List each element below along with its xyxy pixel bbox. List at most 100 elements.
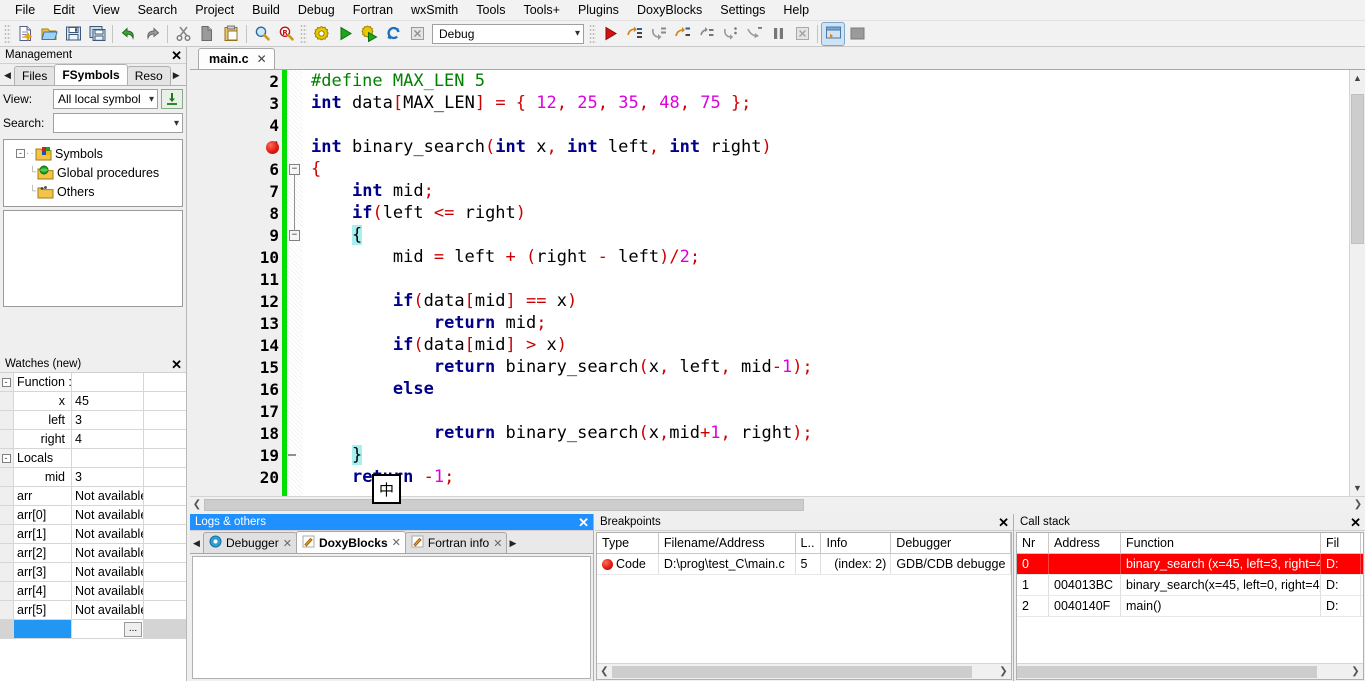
line-number[interactable]: 15 bbox=[190, 356, 282, 378]
step-into-instruction-icon[interactable] bbox=[719, 23, 741, 45]
watch-row[interactable]: arr[5] Not available bbox=[0, 601, 186, 620]
close-icon[interactable]: ✕ bbox=[578, 516, 589, 529]
scroll-down-icon[interactable]: ▼ bbox=[1351, 480, 1365, 495]
tab-scroll-right-icon[interactable]: ▶ bbox=[506, 533, 519, 553]
callstack-horizontal-scrollbar[interactable]: ❯ bbox=[1017, 663, 1363, 679]
tree-item-others[interactable]: └ Others bbox=[6, 182, 180, 201]
tab-scroll-left-icon[interactable]: ◀ bbox=[190, 533, 203, 553]
breakpoints-hscroll-thumb[interactable] bbox=[612, 665, 972, 678]
breakpoints-grid[interactable]: Type Filename/Address L.. Info Debugger … bbox=[597, 533, 1011, 663]
watch-add-button[interactable]: ... bbox=[124, 621, 142, 637]
line-number[interactable]: 20 bbox=[190, 466, 282, 488]
line-number[interactable]: 12 bbox=[190, 290, 282, 312]
tab-resources[interactable]: Reso bbox=[126, 66, 171, 85]
callstack-row[interactable]: 2 0040140F main() D: bbox=[1017, 596, 1363, 617]
editor-vertical-scrollbar[interactable]: ▲ ▼ bbox=[1349, 70, 1365, 496]
scroll-left-icon[interactable]: ❮ bbox=[597, 666, 612, 677]
open-file-icon[interactable] bbox=[38, 23, 60, 45]
tree-expander-icon[interactable]: - bbox=[16, 149, 25, 158]
log-tab-fortran-info[interactable]: Fortran info ✕ bbox=[404, 532, 508, 553]
code-line[interactable]: mid = left + (right - left)/2; bbox=[311, 246, 1349, 268]
menu-item-doxyblocks[interactable]: DoxyBlocks bbox=[628, 1, 711, 19]
editor-tab-main-c[interactable]: main.c ✕ bbox=[198, 48, 275, 69]
fold-toggle-icon[interactable]: − bbox=[289, 164, 300, 175]
watch-row[interactable]: arr[2] Not available bbox=[0, 544, 186, 563]
line-number[interactable]: 4 bbox=[190, 114, 282, 136]
menu-item-build[interactable]: Build bbox=[243, 1, 289, 19]
menu-item-wxsmith[interactable]: wxSmith bbox=[402, 1, 467, 19]
col-header-type[interactable]: Type bbox=[597, 533, 659, 553]
menu-item-view[interactable]: View bbox=[84, 1, 129, 19]
breakpoints-row[interactable]: Code D:\prog\test_C\main.c 5 (index: 2) … bbox=[597, 554, 1011, 575]
tab-fsymbols[interactable]: FSymbols bbox=[54, 64, 128, 85]
code-line[interactable]: if(left <= right) bbox=[311, 202, 1349, 224]
watch-row[interactable]: x 45 bbox=[0, 392, 186, 411]
watch-row[interactable]: right 4 bbox=[0, 430, 186, 449]
scroll-right-icon[interactable]: ❯ bbox=[1348, 666, 1363, 677]
next-instruction-icon[interactable] bbox=[695, 23, 717, 45]
tab-files[interactable]: Files bbox=[14, 66, 56, 85]
code-line[interactable]: return binary_search(x,mid+1, right); bbox=[311, 422, 1349, 444]
new-file-icon[interactable] bbox=[14, 23, 36, 45]
search-combo[interactable]: ▾ bbox=[53, 113, 183, 133]
menu-item-plugins[interactable]: Plugins bbox=[569, 1, 628, 19]
symbols-tree[interactable]: - ·· Symbols └ Global procedures └ Other… bbox=[3, 139, 183, 207]
log-tab-doxyblocks[interactable]: DoxyBlocks ✕ bbox=[295, 531, 406, 553]
editor-horizontal-scrollbar[interactable]: ❮ ❯ bbox=[190, 496, 1365, 512]
close-icon[interactable]: ✕ bbox=[392, 536, 401, 549]
watch-row[interactable]: arr[3] Not available bbox=[0, 563, 186, 582]
logs-content-area[interactable] bbox=[192, 556, 591, 679]
col-header-filename[interactable]: Filename/Address bbox=[659, 533, 796, 553]
line-number[interactable]: 10 bbox=[190, 246, 282, 268]
cut-icon[interactable] bbox=[172, 23, 194, 45]
replace-icon[interactable]: R bbox=[275, 23, 297, 45]
breakpoint-dot-icon[interactable] bbox=[266, 141, 279, 154]
line-number[interactable]: 11 bbox=[190, 268, 282, 290]
rebuild-icon[interactable] bbox=[382, 23, 404, 45]
break-debugger-icon[interactable] bbox=[767, 23, 789, 45]
tab-scroll-left-icon[interactable]: ◀ bbox=[1, 65, 14, 85]
code-line[interactable]: if(data[mid] == x) bbox=[311, 290, 1349, 312]
callstack-row[interactable]: 0 binary_search (x=45, left=3, right=4) … bbox=[1017, 554, 1363, 575]
redo-icon[interactable] bbox=[141, 23, 163, 45]
copy-icon[interactable] bbox=[196, 23, 218, 45]
editor-fold-margin[interactable]: − − bbox=[287, 70, 303, 496]
step-into-icon[interactable] bbox=[647, 23, 669, 45]
line-number[interactable]: 14 bbox=[190, 334, 282, 356]
watch-expander-icon[interactable]: - bbox=[0, 373, 14, 392]
line-number[interactable]: 13 bbox=[190, 312, 282, 334]
close-icon[interactable]: ✕ bbox=[1350, 516, 1361, 529]
menu-item-fortran[interactable]: Fortran bbox=[344, 1, 402, 19]
menu-item-settings[interactable]: Settings bbox=[711, 1, 774, 19]
watch-row[interactable]: arr[0] Not available bbox=[0, 506, 186, 525]
find-icon[interactable] bbox=[251, 23, 273, 45]
tab-scroll-right-icon[interactable]: ▶ bbox=[170, 65, 183, 85]
menu-item-project[interactable]: Project bbox=[186, 1, 243, 19]
col-header-info[interactable]: Info bbox=[821, 533, 892, 553]
code-line[interactable]: int mid; bbox=[311, 180, 1349, 202]
code-line[interactable]: { bbox=[311, 224, 1349, 246]
close-icon[interactable]: ✕ bbox=[493, 537, 502, 550]
code-line[interactable] bbox=[311, 400, 1349, 422]
scroll-left-icon[interactable]: ❮ bbox=[190, 499, 204, 510]
build-target-combo[interactable]: Debug ▾ bbox=[432, 23, 584, 44]
toolbar-grip-debug[interactable] bbox=[589, 23, 596, 44]
log-tab-debugger[interactable]: Debugger ✕ bbox=[203, 532, 297, 553]
callstack-hscroll-thumb[interactable] bbox=[1017, 665, 1317, 678]
editor-vscroll-thumb[interactable] bbox=[1351, 94, 1364, 244]
menu-item-help[interactable]: Help bbox=[774, 1, 818, 19]
code-line[interactable]: if(data[mid] > x) bbox=[311, 334, 1349, 356]
view-combo[interactable]: All local symbol ▾ bbox=[53, 89, 158, 109]
callstack-row[interactable]: 1 004013BC binary_search(x=45, left=0, r… bbox=[1017, 575, 1363, 596]
line-number[interactable]: 3 bbox=[190, 92, 282, 114]
line-number[interactable]: 9 bbox=[190, 224, 282, 246]
abort-icon[interactable] bbox=[406, 23, 428, 45]
line-number[interactable]: 18 bbox=[190, 422, 282, 444]
editor-hscroll-thumb[interactable] bbox=[204, 498, 804, 511]
col-header-address[interactable]: Address bbox=[1049, 533, 1121, 553]
run-to-cursor-icon[interactable] bbox=[743, 23, 765, 45]
step-over-icon[interactable] bbox=[623, 23, 645, 45]
code-line[interactable]: { bbox=[311, 158, 1349, 180]
build-and-run-icon[interactable] bbox=[358, 23, 380, 45]
line-number[interactable]: 19 bbox=[190, 444, 282, 466]
